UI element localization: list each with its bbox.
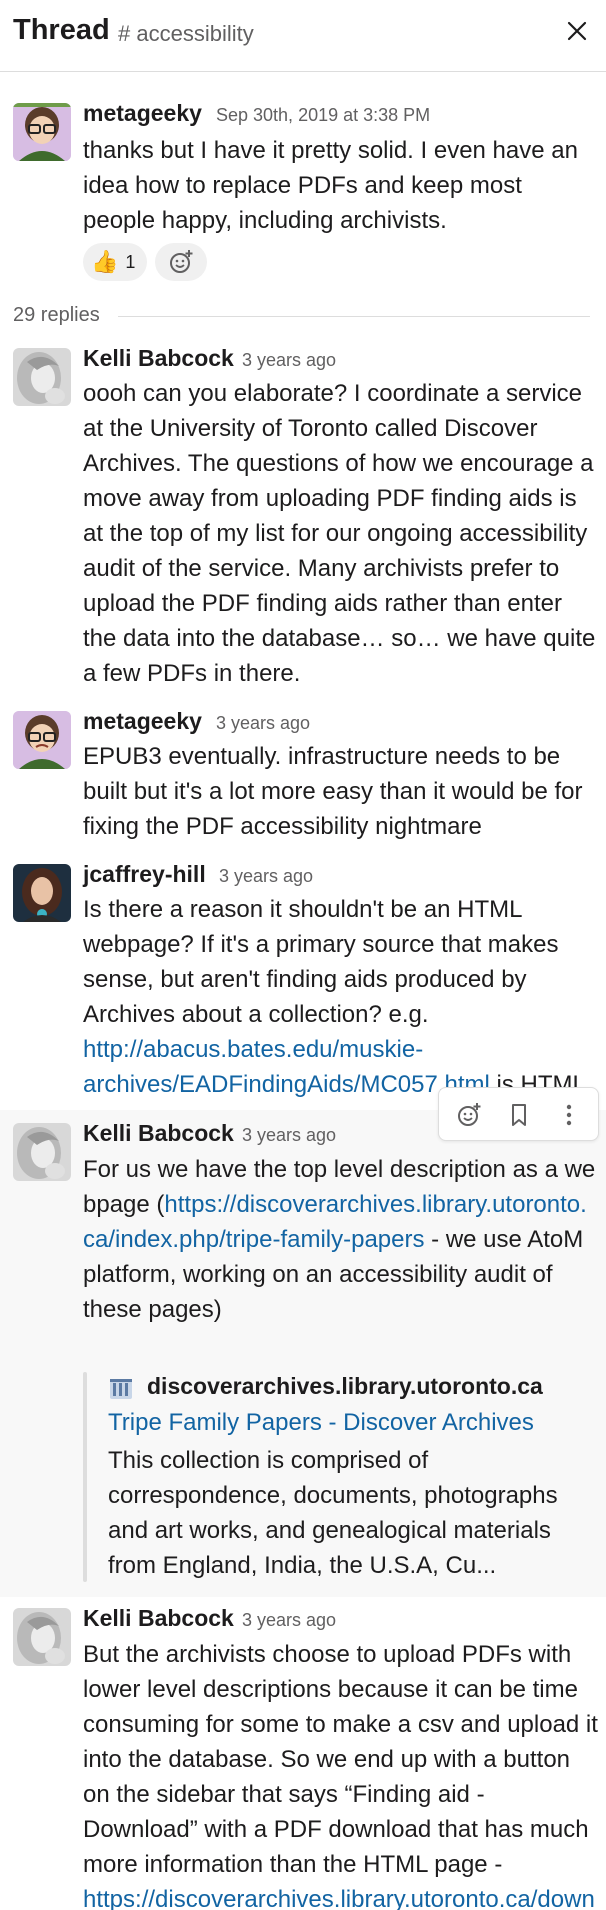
message-author[interactable]: Kelli Babcock	[83, 1605, 234, 1632]
message-timestamp[interactable]: 3 years ago	[242, 1125, 336, 1146]
message-timestamp[interactable]: 3 years ago	[242, 1610, 336, 1631]
unfurl-accent-bar	[83, 1372, 87, 1582]
message-link[interactable]: https://discoverarchives.library.utoront…	[83, 1886, 595, 1910]
message-author[interactable]: Kelli Babcock	[83, 1120, 234, 1147]
message-text: oooh can you elaborate? I coordinate a s…	[83, 380, 596, 687]
reaction-count: 1	[125, 251, 136, 272]
message-author[interactable]: jcaffrey-hill	[83, 861, 206, 888]
thread-title: Thread	[13, 14, 110, 46]
replies-divider	[118, 316, 590, 317]
message-text-part: But the archivists choose to upload PDFs…	[83, 1641, 598, 1878]
message-text: Is there a reason it shouldn't be an HTM…	[83, 892, 598, 1102]
add-reaction-button[interactable]	[155, 243, 207, 281]
unfurl-title-link[interactable]: Tripe Family Papers - Discover Archives	[108, 1409, 534, 1437]
message-text: EPUB3 eventually. infrastructure needs t…	[83, 743, 583, 840]
reaction-thumbs-up[interactable]: 👍 1	[83, 243, 147, 281]
site-favicon-icon	[108, 1376, 134, 1402]
avatar[interactable]	[13, 1608, 71, 1666]
thumbs-up-icon: 👍	[91, 249, 119, 274]
message-text: thanks but I have it pretty solid. I eve…	[83, 137, 578, 234]
unfurl-site-name: discoverarchives.library.utoronto.ca	[147, 1373, 543, 1399]
message-text: But the archivists choose to upload PDFs…	[83, 1637, 598, 1910]
bookmark-icon[interactable]	[504, 1100, 534, 1130]
message-text-part: Is there a reason it shouldn't be an HTM…	[83, 896, 559, 1028]
message-actions-toolbar	[438, 1087, 599, 1141]
thread-header: Thread # accessibility	[0, 0, 606, 72]
avatar[interactable]	[13, 348, 71, 406]
message-timestamp[interactable]: 3 years ago	[219, 866, 313, 887]
message-timestamp[interactable]: 3 years ago	[242, 350, 336, 371]
avatar[interactable]	[13, 864, 71, 922]
unfurl-description: This collection is comprised of correspo…	[108, 1447, 558, 1579]
channel-name[interactable]: # accessibility	[118, 21, 254, 47]
add-reaction-icon	[170, 250, 193, 273]
avatar[interactable]	[13, 711, 71, 769]
message-timestamp[interactable]: Sep 30th, 2019 at 3:38 PM	[216, 105, 430, 126]
message-author[interactable]: metageeky	[83, 708, 202, 735]
message-author[interactable]: Kelli Babcock	[83, 345, 234, 372]
avatar[interactable]	[13, 103, 71, 161]
avatar[interactable]	[13, 1123, 71, 1181]
more-actions-icon[interactable]	[554, 1100, 584, 1130]
replies-count: 29 replies	[13, 304, 100, 326]
close-icon[interactable]	[562, 16, 592, 46]
message-timestamp[interactable]: 3 years ago	[216, 713, 310, 734]
message-link[interactable]: http://abacus.bates.edu/muskie-archives/…	[83, 1036, 490, 1098]
add-reaction-icon[interactable]	[454, 1100, 484, 1130]
message-text: For us we have the top level description…	[83, 1152, 598, 1327]
message-author[interactable]: metageeky	[83, 100, 202, 127]
